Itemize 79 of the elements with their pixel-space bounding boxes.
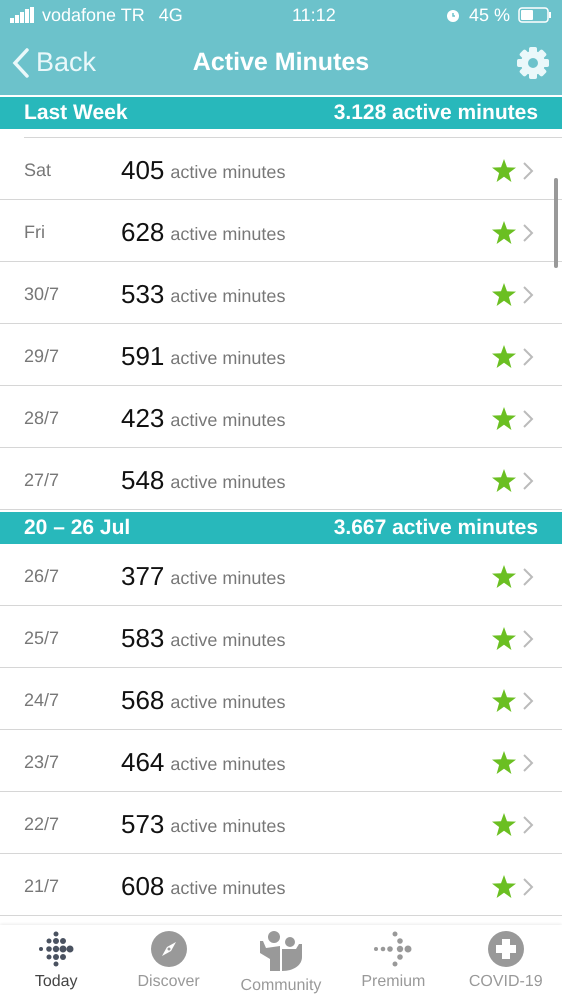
minutes-unit: active minutes — [170, 692, 286, 713]
screen-title: Active Minutes — [192, 48, 370, 76]
dots-logo-icon — [38, 931, 74, 967]
battery-icon — [518, 7, 552, 23]
minutes-value: 464 — [121, 747, 164, 778]
section-title: Last Week — [24, 101, 128, 125]
chevron-icon — [522, 814, 534, 834]
minutes-value: 628 — [121, 217, 164, 248]
minutes-value: 608 — [121, 871, 164, 902]
chevron-icon — [522, 408, 534, 428]
carrier-name: vodafone TR — [42, 4, 145, 26]
chevron-icon — [522, 628, 534, 648]
network-type: 4G — [158, 4, 183, 26]
day-label: 27/7 — [24, 470, 60, 491]
section-total: 3.667 active minutes — [334, 516, 538, 540]
chevron-icon — [522, 222, 534, 242]
day-row[interactable]: 28/7 423 active minutes — [0, 386, 562, 448]
day-label: 30/7 — [24, 284, 60, 305]
minutes-value: 573 — [121, 809, 164, 840]
day-label: 23/7 — [24, 752, 60, 773]
minutes-value: 583 — [121, 623, 164, 654]
chevron-icon — [522, 284, 534, 304]
chevron-icon — [522, 470, 534, 490]
day-label: 26/7 — [24, 566, 60, 587]
day-label: 22/7 — [24, 814, 60, 835]
settings-icon[interactable] — [516, 46, 550, 80]
battery-percent: 45 % — [468, 4, 510, 26]
day-row[interactable]: 29/7 591 active minutes — [0, 324, 562, 386]
alarm-icon — [444, 7, 461, 23]
minutes-unit: active minutes — [170, 630, 286, 651]
minutes-value: 533 — [121, 279, 164, 310]
minutes-unit: active minutes — [170, 162, 286, 183]
minutes-value: 423 — [121, 403, 164, 434]
minutes-unit: active minutes — [170, 568, 286, 589]
day-label: Sat — [24, 160, 52, 181]
clock-time: 11:12 — [292, 4, 336, 24]
day-row[interactable]: 23/7 464 active minutes — [0, 730, 562, 792]
day-label: 21/7 — [24, 876, 60, 897]
day-row[interactable]: 25/7 583 active minutes — [0, 606, 562, 668]
chevron-icon — [522, 160, 534, 180]
chevron-icon — [522, 566, 534, 586]
minutes-value: 548 — [121, 465, 164, 496]
minutes-unit: active minutes — [170, 878, 286, 899]
day-row[interactable]: Sat 405 active minutes — [0, 138, 562, 200]
chevron-icon — [522, 752, 534, 772]
section-total: 3.128 active minutes — [334, 101, 538, 125]
minutes-unit: active minutes — [170, 286, 286, 307]
day-row[interactable]: 22/7 573 active minutes — [0, 792, 562, 854]
minutes-unit: active minutes — [170, 472, 286, 493]
day-label: Fri — [24, 222, 46, 243]
day-row[interactable]: 26/7 377 active minutes — [0, 544, 562, 606]
minutes-value: 591 — [121, 341, 164, 372]
dots-arrow-icon — [373, 931, 414, 967]
tab-bar-item[interactable]: Today — [6, 925, 106, 999]
minutes-value: 568 — [121, 685, 164, 716]
signal-icon — [10, 7, 34, 23]
minutes-unit: active minutes — [170, 754, 286, 775]
chevron-icon — [522, 690, 534, 710]
day-row[interactable]: 24/7 568 active minutes — [0, 668, 562, 730]
minutes-value: 405 — [121, 155, 164, 186]
minutes-unit: active minutes — [170, 410, 286, 431]
day-row[interactable]: 21/7 608 active minutes — [0, 854, 562, 916]
chevron-icon — [522, 876, 534, 896]
day-row[interactable]: 27/7 548 active minutes — [0, 448, 562, 510]
plus-circle-icon — [488, 931, 524, 967]
minutes-unit: active minutes — [170, 816, 286, 837]
people-icon — [258, 931, 304, 971]
chevron-icon — [522, 346, 534, 366]
day-label: 28/7 — [24, 408, 60, 429]
compass-icon — [150, 931, 187, 967]
minutes-unit: active minutes — [170, 348, 286, 369]
minutes-unit: active minutes — [170, 224, 286, 245]
minutes-value: 377 — [121, 561, 164, 592]
day-label: 25/7 — [24, 628, 60, 649]
day-row[interactable]: 30/7 533 active minutes — [0, 262, 562, 324]
day-label: 24/7 — [24, 690, 60, 711]
chevron-left-icon — [12, 48, 30, 78]
section-title: 20 – 26 Jul — [24, 516, 130, 540]
day-label: 29/7 — [24, 346, 60, 367]
